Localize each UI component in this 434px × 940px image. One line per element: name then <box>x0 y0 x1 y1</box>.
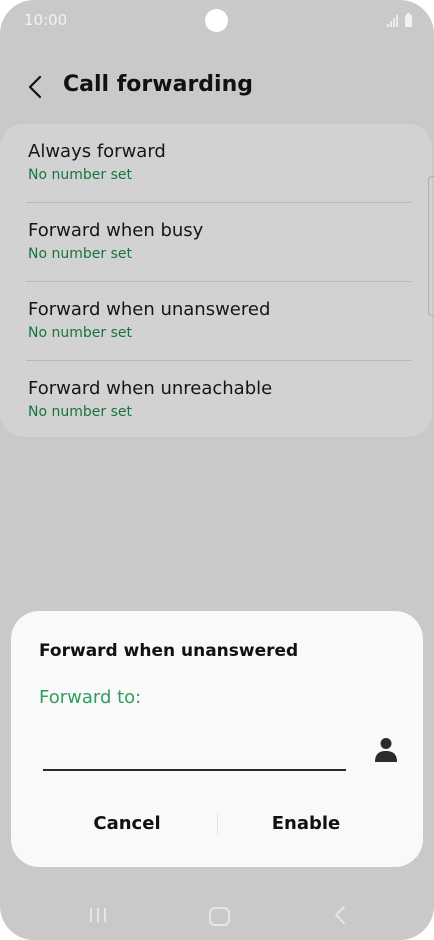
status-time: 10:00 <box>24 11 68 29</box>
list-item-status: No number set <box>28 246 132 262</box>
cancel-button[interactable]: Cancel <box>37 806 217 842</box>
nav-back-icon[interactable] <box>331 905 351 925</box>
scroll-indicator <box>428 176 434 316</box>
list-item-status: No number set <box>28 325 132 341</box>
list-item-status: No number set <box>28 167 132 183</box>
list-item-forward-when-busy[interactable]: Forward when busy No number set <box>0 203 432 282</box>
home-icon[interactable] <box>209 907 230 926</box>
list-item-title: Forward when unanswered <box>28 299 271 320</box>
list-item-title: Forward when busy <box>28 220 204 241</box>
forwarding-options-list: Always forward No number set Forward whe… <box>0 124 432 437</box>
navigation-bar <box>0 888 434 940</box>
list-item-title: Always forward <box>28 141 166 162</box>
list-item-status: No number set <box>28 404 132 420</box>
signal-icon <box>387 15 398 27</box>
list-item-always-forward[interactable]: Always forward No number set <box>0 124 432 203</box>
status-icons <box>387 13 412 27</box>
enable-button[interactable]: Enable <box>216 806 396 842</box>
list-item-forward-when-unanswered[interactable]: Forward when unanswered No number set <box>0 282 432 361</box>
status-bar: 10:00 <box>0 0 434 42</box>
back-arrow-icon[interactable] <box>20 70 54 104</box>
front-camera <box>205 9 228 32</box>
list-item-title: Forward when unreachable <box>28 378 273 399</box>
dialog-title: Forward when unanswered <box>39 641 299 661</box>
forward-to-label: Forward to: <box>39 687 142 708</box>
forward-number-input[interactable] <box>43 739 346 771</box>
list-item-forward-when-unreachable[interactable]: Forward when unreachable No number set <box>0 361 432 440</box>
phone-screen: 10:00 Call forwarding Always forward No … <box>0 0 434 940</box>
recent-apps-icon[interactable] <box>88 907 108 923</box>
contact-picker-icon[interactable] <box>374 737 398 763</box>
battery-icon <box>405 13 412 27</box>
page-title: Call forwarding <box>63 72 253 97</box>
forward-number-dialog: Forward when unanswered Forward to: Canc… <box>11 611 423 867</box>
